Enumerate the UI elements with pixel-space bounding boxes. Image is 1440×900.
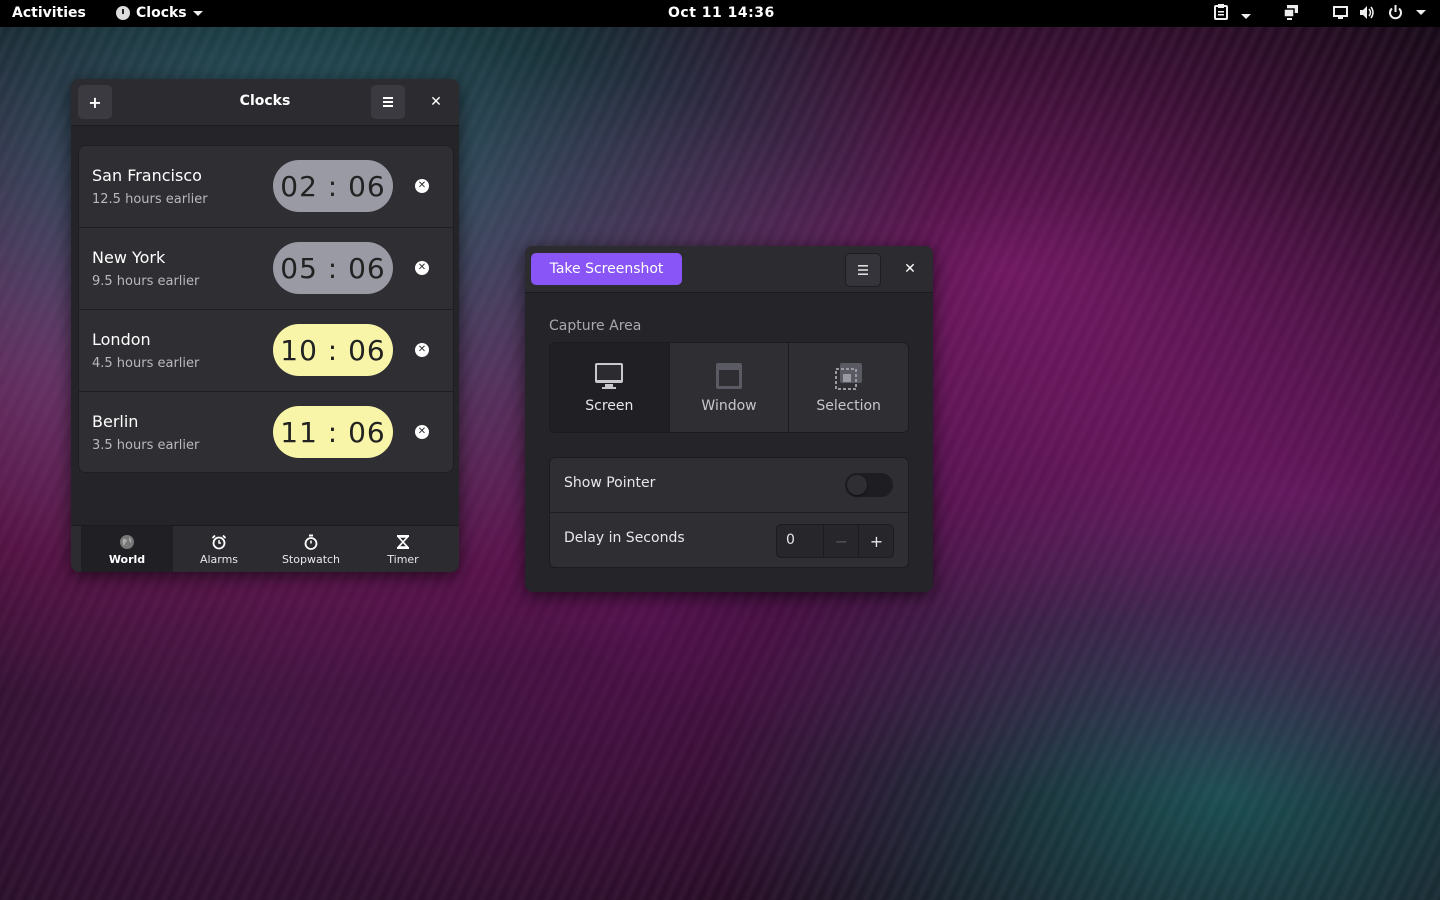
remove-city-button[interactable]: ✕: [415, 179, 429, 193]
capture-selection-button[interactable]: Selection: [789, 343, 908, 432]
alarm-icon: [211, 534, 227, 549]
options-list: Show Pointer Delay in Seconds 0 − +: [549, 457, 909, 568]
selection-icon: [834, 362, 862, 390]
stopwatch-icon: [304, 534, 318, 550]
clock-app-icon: [116, 6, 130, 20]
tab-alarms[interactable]: Alarms: [173, 526, 265, 572]
tab-label: Stopwatch: [281, 552, 341, 566]
capture-window-button[interactable]: Window: [669, 343, 790, 432]
delay-spinbutton: 0 − +: [776, 524, 894, 558]
tab-timer[interactable]: Timer: [357, 526, 449, 572]
take-screenshot-button[interactable]: Take Screenshot: [531, 253, 682, 285]
close-icon: ✕: [417, 344, 427, 355]
city-offset: 12.5 hours earlier: [92, 192, 208, 207]
delay-input[interactable]: 0: [786, 532, 795, 548]
city-name: New York: [92, 248, 166, 267]
tab-label: World: [108, 552, 146, 566]
top-bar: Activities Clocks Oct 11 14:36: [0, 0, 1440, 27]
close-button[interactable]: ✕: [898, 257, 922, 281]
tab-stopwatch[interactable]: Stopwatch: [265, 526, 357, 572]
tab-world[interactable]: World: [81, 526, 173, 572]
system-menu[interactable]: [1333, 4, 1426, 20]
mode-label: Selection: [816, 397, 881, 414]
decrement-button[interactable]: −: [823, 525, 859, 557]
close-icon: ✕: [417, 180, 427, 191]
volume-icon: [1359, 5, 1374, 19]
world-clock-list: San Francisco 12.5 hours earlier 02 : 06…: [78, 145, 454, 473]
chevron-down-icon: [192, 10, 203, 16]
date-time[interactable]: Oct 11 14:36: [668, 5, 775, 21]
tab-label: Alarms: [199, 552, 239, 566]
screen-icon: [1333, 5, 1348, 19]
city-name: Berlin: [92, 412, 139, 431]
minus-icon: −: [834, 531, 849, 551]
globe-icon: [120, 534, 134, 549]
show-pointer-toggle[interactable]: [845, 473, 893, 497]
close-icon: ✕: [430, 94, 442, 110]
activities-button[interactable]: Activities: [12, 5, 86, 21]
app-menu-label: Clocks: [136, 5, 187, 21]
city-time: 02 : 06: [273, 160, 393, 212]
city-offset: 4.5 hours earlier: [92, 356, 200, 371]
close-icon: ✕: [417, 262, 427, 273]
window-icon: [716, 362, 742, 389]
monitor-icon: [595, 362, 624, 389]
clipboard-icon: [1214, 4, 1228, 20]
remove-city-button[interactable]: ✕: [415, 343, 429, 357]
view-switcher: World Alarms Stopwatch Timer: [71, 525, 459, 572]
hourglass-icon: [396, 534, 410, 549]
hamburger-icon: [858, 265, 868, 275]
capture-area-heading: Capture Area: [549, 318, 642, 334]
close-button[interactable]: ✕: [424, 90, 448, 114]
clocks-window: + Clocks ✕ San Francisco 12.5 hours earl…: [71, 79, 459, 572]
delay-row: Delay in Seconds 0 − +: [550, 513, 908, 567]
header-bar: Take Screenshot ✕: [525, 246, 933, 293]
city-row[interactable]: London 4.5 hours earlier 10 : 06 ✕: [79, 310, 453, 392]
plus-icon: +: [869, 531, 884, 551]
city-offset: 9.5 hours earlier: [92, 274, 200, 289]
show-pointer-row: Show Pointer: [550, 458, 908, 513]
capture-screen-button[interactable]: Screen: [550, 343, 670, 432]
city-offset: 3.5 hours earlier: [92, 438, 200, 453]
remove-city-button[interactable]: ✕: [415, 261, 429, 275]
city-name: San Francisco: [92, 166, 202, 185]
delay-label: Delay in Seconds: [564, 530, 685, 546]
main-menu-button[interactable]: [845, 253, 881, 287]
capture-mode-group: Screen Window Selection: [549, 342, 909, 433]
mode-label: Screen: [585, 397, 634, 414]
city-time: 10 : 06: [273, 324, 393, 376]
chevron-down-icon: [1240, 13, 1251, 19]
show-pointer-label: Show Pointer: [564, 475, 656, 491]
close-icon: ✕: [904, 261, 916, 277]
city-row[interactable]: New York 9.5 hours earlier 05 : 06 ✕: [79, 228, 453, 310]
hamburger-icon: [383, 97, 393, 107]
remove-city-button[interactable]: ✕: [415, 425, 429, 439]
close-icon: ✕: [417, 426, 427, 437]
toggle-knob: [847, 475, 867, 495]
increment-button[interactable]: +: [858, 525, 894, 557]
clipboard-menu[interactable]: [1214, 4, 1251, 24]
mode-label: Window: [701, 397, 757, 414]
header-bar: + Clocks ✕: [71, 79, 459, 126]
city-row[interactable]: San Francisco 12.5 hours earlier 02 : 06…: [79, 146, 453, 228]
city-name: London: [92, 330, 151, 349]
chevron-down-icon: [1415, 9, 1426, 15]
display-icon: [1283, 5, 1298, 20]
app-menu[interactable]: Clocks: [116, 5, 203, 21]
main-menu-button[interactable]: [371, 85, 405, 119]
city-time: 05 : 06: [273, 242, 393, 294]
tab-label: Timer: [387, 552, 419, 566]
display-menu[interactable]: [1283, 4, 1299, 24]
power-icon: [1388, 4, 1402, 19]
city-row[interactable]: Berlin 3.5 hours earlier 11 : 06 ✕: [79, 392, 453, 472]
screenshot-window: Take Screenshot ✕ Capture Area Screen Wi…: [525, 246, 933, 592]
city-time: 11 : 06: [273, 406, 393, 458]
